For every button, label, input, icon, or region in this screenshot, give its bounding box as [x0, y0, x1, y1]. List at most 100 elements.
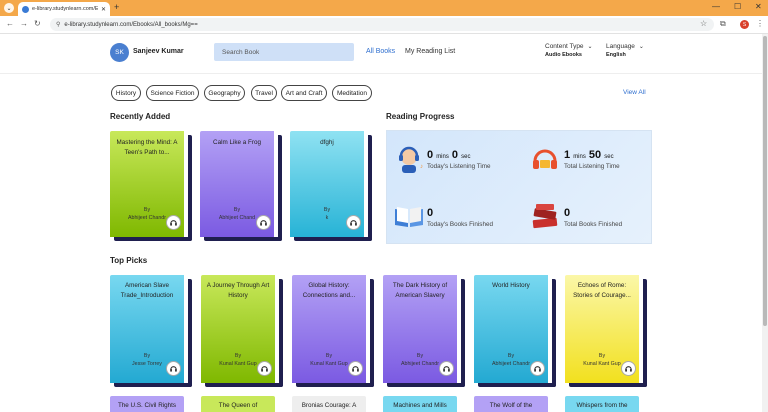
- top-picks-title: Top Picks: [110, 256, 148, 265]
- book-card[interactable]: The Wolf of the: [474, 396, 548, 412]
- close-window-icon[interactable]: ✕: [755, 2, 762, 11]
- total-listening-mins-unit: mins: [573, 154, 586, 160]
- play-audio-headphones-icon[interactable]: [166, 215, 181, 230]
- book-card[interactable]: Whispers from the: [565, 396, 639, 412]
- book-title: The U.S. Civil Rights: [117, 402, 177, 409]
- today-books-stat: 0 Today's Books Finished: [427, 207, 493, 228]
- language-label: Language: [606, 43, 635, 50]
- books-stack-icon: [532, 204, 558, 229]
- category-chip-history[interactable]: History: [111, 85, 141, 101]
- bookmark-star-icon[interactable]: ☆: [700, 19, 707, 28]
- recently-added-title: Recently Added: [110, 112, 171, 121]
- book-cover[interactable]: A Journey Through Art History By Kunal Kan…: [201, 275, 275, 383]
- book-cover[interactable]: dfghj By k: [290, 131, 364, 237]
- tab-search-icon[interactable]: ⌄: [4, 3, 14, 13]
- browser-menu-icon[interactable]: ⋮: [756, 19, 764, 28]
- maximize-icon[interactable]: ☐: [734, 2, 741, 11]
- play-audio-headphones-icon[interactable]: [348, 361, 363, 376]
- forward-icon[interactable]: →: [20, 19, 28, 28]
- book-spine: [370, 279, 374, 387]
- user-avatar[interactable]: SK: [110, 43, 129, 62]
- extensions-icon[interactable]: ⧉: [720, 19, 726, 29]
- play-audio-headphones-icon[interactable]: [621, 361, 636, 376]
- book-pages: [294, 237, 372, 241]
- play-audio-headphones-icon[interactable]: [256, 215, 271, 230]
- book-card[interactable]: Bronias Courage: A: [292, 396, 366, 412]
- play-audio-headphones-icon[interactable]: [346, 215, 361, 230]
- book-spine: [188, 279, 192, 387]
- book-by-label: By: [598, 353, 606, 359]
- book-cover[interactable]: American Slave Trade_Introduction By Jesse…: [110, 275, 184, 383]
- category-chip-geography[interactable]: Geography: [204, 85, 245, 101]
- play-audio-headphones-icon[interactable]: [257, 361, 272, 376]
- book-card[interactable]: Global History: Connections and... By Kuna…: [292, 275, 374, 387]
- book-card[interactable]: The Dark History of American Slavery By Ab…: [383, 275, 465, 387]
- book-title: Whispers from the: [576, 402, 628, 409]
- book-by-label: By: [143, 353, 151, 359]
- total-books-label: Total Books Finished: [564, 221, 623, 228]
- site-info-icon[interactable]: ⚲: [56, 21, 60, 28]
- nav-my-reading-list[interactable]: My Reading List: [405, 48, 455, 55]
- book-cover[interactable]: Echoes of Rome: Stories of Courage... By K…: [565, 275, 639, 383]
- view-all-link[interactable]: View All: [623, 89, 646, 96]
- close-tab-icon[interactable]: ✕: [101, 6, 106, 13]
- book-title: Calm Like a Frog: [213, 139, 261, 146]
- total-books-value: 0: [564, 207, 571, 219]
- book-card[interactable]: The Queen of: [201, 396, 275, 412]
- reload-icon[interactable]: ↻: [34, 19, 41, 28]
- book-spine: [188, 135, 192, 241]
- browser-tab-bar: ⌄ e-library.studynlearn.com/Eb... ✕ + — …: [0, 0, 768, 16]
- browser-tab-title: e-library.studynlearn.com/Eb...: [32, 6, 98, 12]
- profile-avatar[interactable]: S: [740, 20, 749, 29]
- category-chip-science-fiction[interactable]: Science Fiction: [146, 85, 199, 101]
- book-cover[interactable]: World History By Abhijeet Chandr: [474, 275, 548, 383]
- svg-text:♪: ♪: [420, 164, 423, 170]
- book-spine: [279, 279, 283, 387]
- play-audio-headphones-icon[interactable]: [439, 361, 454, 376]
- chevron-down-icon: ⌄: [587, 44, 593, 50]
- content-type-dropdown[interactable]: Content Type ⌄ Audio Ebooks: [545, 43, 593, 58]
- book-card[interactable]: A Journey Through Art History By Kunal Kan…: [201, 275, 283, 387]
- back-icon[interactable]: ←: [6, 19, 14, 28]
- book-title: Bronias Courage: A: [301, 402, 357, 409]
- category-chip-meditation[interactable]: Meditation: [332, 85, 372, 101]
- book-spine: [552, 279, 556, 387]
- language-dropdown[interactable]: Language ⌄ English: [606, 43, 644, 58]
- book-title: Global History: Connections and...: [302, 282, 356, 299]
- book-cover[interactable]: The Dark History of American Slavery By Ab…: [383, 275, 457, 383]
- minimize-icon[interactable]: —: [712, 2, 720, 11]
- book-card[interactable]: Machines and Mills: [383, 396, 457, 412]
- book-card[interactable]: Echoes of Rome: Stories of Courage... By K…: [565, 275, 647, 387]
- play-audio-headphones-icon[interactable]: [166, 361, 181, 376]
- total-books-stat: 0 Total Books Finished: [564, 207, 622, 228]
- category-chip-art-and-craft[interactable]: Art and Craft: [281, 85, 327, 101]
- book-cover[interactable]: Mastering the Mind: A Teen's Path to... B…: [110, 131, 184, 237]
- book-cover[interactable]: Calm Like a Frog By Abhijeet Chand: [200, 131, 274, 237]
- book-card[interactable]: World History By Abhijeet Chandr: [474, 275, 556, 387]
- book-title: dfghj: [320, 139, 334, 146]
- scrollbar-thumb[interactable]: [763, 36, 767, 326]
- book-by-label: By: [323, 207, 331, 213]
- book-card[interactable]: American Slave Trade_Introduction By Jesse…: [110, 275, 192, 387]
- book-pages: [387, 383, 465, 387]
- book-card[interactable]: dfghj By k: [290, 131, 372, 241]
- book-card[interactable]: Mastering the Mind: A Teen's Path to... B…: [110, 131, 192, 241]
- url-text: e-library.studynlearn.com/Ebooks/All_boo…: [64, 21, 198, 28]
- book-card[interactable]: Calm Like a Frog By Abhijeet Chand: [200, 131, 282, 241]
- book-pages: [478, 383, 556, 387]
- book-cover[interactable]: Global History: Connections and... By Kuna…: [292, 275, 366, 383]
- play-audio-headphones-icon[interactable]: [530, 361, 545, 376]
- browser-tab[interactable]: e-library.studynlearn.com/Eb... ✕: [18, 2, 110, 16]
- book-card[interactable]: The U.S. Civil Rights: [110, 396, 184, 412]
- search-book-input[interactable]: [214, 43, 354, 61]
- user-name: Sanjeev Kumar: [133, 48, 184, 55]
- category-chip-travel[interactable]: Travel: [251, 85, 277, 101]
- book-title: A Journey Through Art History: [206, 282, 270, 299]
- site-favicon-icon: [22, 5, 29, 13]
- book-spine: [368, 135, 372, 241]
- new-tab-icon[interactable]: +: [114, 2, 119, 12]
- nav-all-books[interactable]: All Books: [366, 48, 395, 55]
- reading-progress-title: Reading Progress: [386, 112, 455, 121]
- headphones-icon: [533, 149, 557, 169]
- url-field[interactable]: ⚲ e-library.studynlearn.com/Ebooks/All_b…: [50, 18, 714, 31]
